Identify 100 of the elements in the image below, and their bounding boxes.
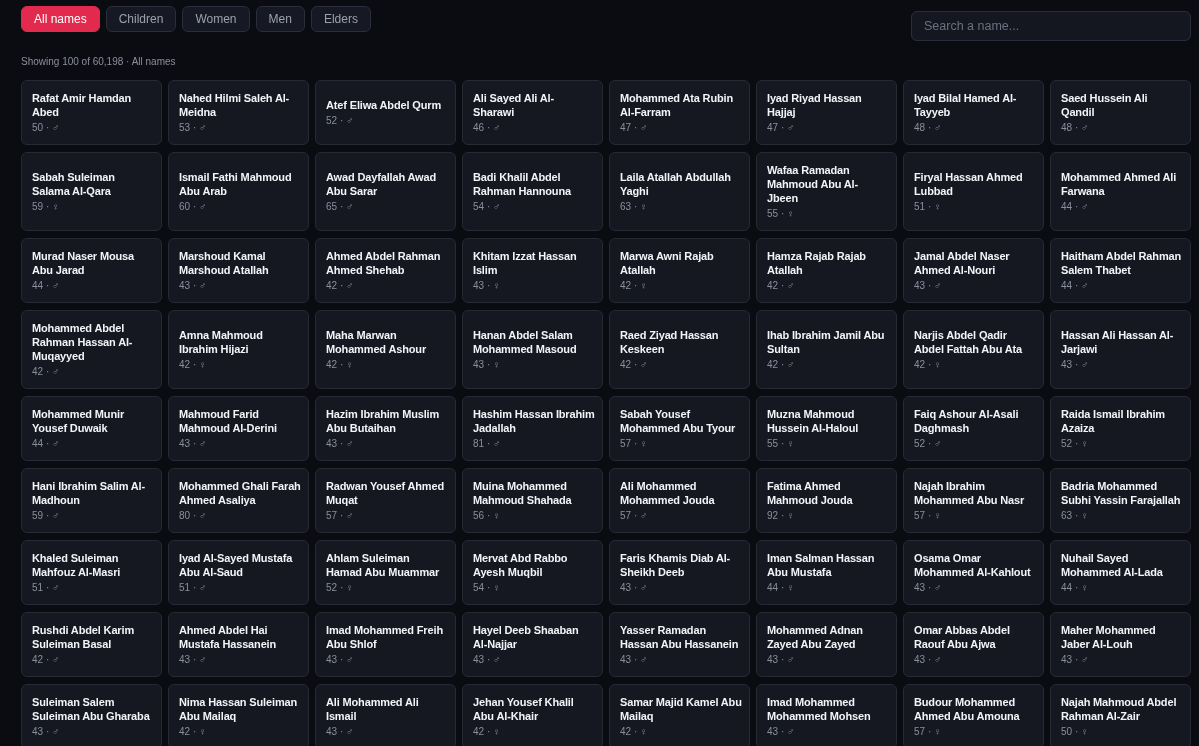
person-name: Nahed Hilmi Saleh Al-Meidna bbox=[179, 91, 291, 119]
age-gender-label: 42 · ♂ bbox=[620, 359, 648, 371]
person-name: Iyad Al-Sayed Mustafa Abu Al-Saud bbox=[179, 551, 294, 579]
age-gender-label: 65 · ♂ bbox=[326, 201, 354, 213]
person-name: Narjis Abdel Qadir Abdel Fattah Abu Ata bbox=[914, 328, 1024, 356]
person-name: Suleiman Salem Suleiman Abu Gharaba bbox=[32, 695, 151, 723]
person-name: Murad Naser Mousa Abu Jarad bbox=[32, 249, 136, 277]
person-name: Marwa Awni Rajab Atallah bbox=[620, 249, 715, 277]
person-name: Ahmed Abdel Hai Mustafa Hassanein bbox=[179, 623, 278, 651]
age-gender-label: 48 · ♂ bbox=[914, 122, 942, 134]
age-gender-label: 63 · ♀ bbox=[620, 201, 648, 213]
age-gender-label: 43 · ♂ bbox=[1061, 359, 1089, 371]
person-name: Mervat Abd Rabbo Ayesh Muqbil bbox=[473, 551, 569, 579]
age-gender-label: 50 · ♀ bbox=[1061, 726, 1089, 738]
person-name: Firyal Hassan Ahmed Lubbad bbox=[914, 170, 1024, 198]
age-gender-label: 80 · ♂ bbox=[179, 510, 207, 522]
age-gender-label: 57 · ♀ bbox=[620, 438, 648, 450]
person-name: Ahmed Abdel Rahman Ahmed Shehab bbox=[326, 249, 442, 277]
person-name: Nuhail Sayed Mohammed Al-Lada bbox=[1061, 551, 1164, 579]
age-gender-label: 44 · ♀ bbox=[767, 582, 795, 594]
person-name: Maher Mohammed Jaber Al-Louh bbox=[1061, 623, 1157, 651]
person-name: Atef Eliwa Abdel Qurm bbox=[326, 98, 442, 112]
person-name: Radwan Yousef Ahmed Muqat bbox=[326, 479, 445, 507]
person-name: Maha Marwan Mohammed Ashour bbox=[326, 328, 428, 356]
age-gender-label: 56 · ♀ bbox=[473, 510, 501, 522]
person-name: Saed Hussein Ali Qandil bbox=[1061, 91, 1149, 119]
person-name: Samar Majid Kamel Abu Mailaq bbox=[620, 695, 742, 723]
person-name: Mohammed Munir Yousef Duwaik bbox=[32, 407, 125, 435]
age-gender-label: 57 · ♀ bbox=[914, 726, 942, 738]
age-gender-label: 42 · ♀ bbox=[473, 726, 501, 738]
age-gender-label: 43 · ♂ bbox=[473, 654, 501, 666]
age-gender-label: 43 · ♂ bbox=[326, 654, 354, 666]
person-name: Iyad Riyad Hassan Hajjaj bbox=[767, 91, 863, 119]
age-gender-label: 43 · ♂ bbox=[179, 280, 207, 292]
person-name: Haitham Abdel Rahman Salem Thabet bbox=[1061, 249, 1183, 277]
age-gender-label: 44 · ♀ bbox=[1061, 582, 1089, 594]
person-name: Mohammed Abdel Rahman Hassan Al-Muqayyed bbox=[32, 321, 134, 363]
person-name: Marshoud Kamal Marshoud Atallah bbox=[179, 249, 270, 277]
age-gender-label: 43 · ♂ bbox=[767, 654, 795, 666]
search-field[interactable]: Search a name... bbox=[911, 11, 1191, 41]
age-gender-label: 57 · ♀ bbox=[914, 510, 942, 522]
age-gender-label: 42 · ♂ bbox=[326, 280, 354, 292]
filter-tab[interactable]: Children bbox=[105, 6, 177, 32]
age-gender-label: 43 · ♂ bbox=[914, 654, 942, 666]
person-name: Osama Omar Mohammed Al-Kahlout bbox=[914, 551, 1032, 579]
filter-tab[interactable]: All names bbox=[21, 6, 100, 32]
age-gender-label: 46 · ♂ bbox=[473, 122, 501, 134]
person-name: Omar Abbas Abdel Raouf Abu Ajwa bbox=[914, 623, 1011, 651]
person-name: Hazim Ibrahim Muslim Abu Butaihan bbox=[326, 407, 441, 435]
person-name: Mahmoud Farid Mahmoud Al-Derini bbox=[179, 407, 278, 435]
person-name: Ali Sayed Ali Al-Sharawi bbox=[473, 91, 555, 119]
person-name: Ihab Ibrahim Jamil Abu Sultan bbox=[767, 328, 886, 356]
person-name: Imad Mohammed Freih Abu Shlof bbox=[326, 623, 444, 651]
person-name: Jehan Yousef Khalil Abu Al-Khair bbox=[473, 695, 575, 723]
age-gender-label: 57 · ♂ bbox=[620, 510, 648, 522]
age-gender-label: 43 · ♂ bbox=[620, 582, 648, 594]
age-gender-label: 42 · ♀ bbox=[620, 726, 648, 738]
age-gender-label: 47 · ♂ bbox=[767, 122, 795, 134]
age-gender-label: 43 · ♂ bbox=[179, 438, 207, 450]
person-name: Muina Mohammed Mahmoud Shahada bbox=[473, 479, 573, 507]
person-name: Ismail Fathi Mahmoud Abu Arab bbox=[179, 170, 293, 198]
person-name: Sabah Yousef Mohammed Abu Tyour bbox=[620, 407, 737, 435]
age-gender-label: 43 · ♂ bbox=[914, 280, 942, 292]
age-gender-label: 44 · ♂ bbox=[1061, 201, 1089, 213]
age-gender-label: 43 · ♂ bbox=[179, 654, 207, 666]
person-name: Hanan Abdel Salam Mohammed Masoud bbox=[473, 328, 578, 356]
age-gender-label: 52 · ♀ bbox=[1061, 438, 1089, 450]
age-gender-label: 42 · ♀ bbox=[179, 359, 207, 371]
age-gender-label: 42 · ♀ bbox=[179, 726, 207, 738]
age-gender-label: 57 · ♂ bbox=[326, 510, 354, 522]
person-name: Iyad Bilal Hamed Al-Tayyeb bbox=[914, 91, 1018, 119]
filter-tab[interactable]: Elders bbox=[310, 6, 371, 32]
filter-tab[interactable]: Women bbox=[182, 6, 250, 32]
age-gender-label: 42 · ♂ bbox=[32, 654, 60, 666]
person-name: Ali Mohammed Mohammed Jouda bbox=[620, 479, 716, 507]
person-name: Khitam Izzat Hassan Islim bbox=[473, 249, 578, 277]
age-gender-label: 54 · ♀ bbox=[473, 582, 501, 594]
person-name: Yasser Ramadan Hassan Abu Hassanein bbox=[620, 623, 740, 651]
age-gender-label: 42 · ♀ bbox=[326, 359, 354, 371]
age-gender-label: 59 · ♂ bbox=[32, 510, 60, 522]
person-name: Raed Ziyad Hassan Keskeen bbox=[620, 328, 720, 356]
age-gender-label: 50 · ♂ bbox=[32, 122, 60, 134]
age-gender-label: 51 · ♂ bbox=[32, 582, 60, 594]
age-gender-label: 42 · ♀ bbox=[914, 359, 942, 371]
age-gender-label: 47 · ♂ bbox=[620, 122, 648, 134]
person-name: Raida Ismail Ibrahim Azaiza bbox=[1061, 407, 1166, 435]
person-name: Nima Hassan Suleiman Abu Mailaq bbox=[179, 695, 299, 723]
person-name: Hani Ibrahim Salim Al-Madhoun bbox=[32, 479, 147, 507]
person-name: Mohammed Ahmed Ali Farwana bbox=[1061, 170, 1178, 198]
age-gender-label: 42 · ♂ bbox=[767, 359, 795, 371]
age-gender-label: 43 · ♀ bbox=[473, 280, 501, 292]
age-gender-label: 51 · ♀ bbox=[914, 201, 942, 213]
age-gender-label: 55 · ♀ bbox=[767, 438, 795, 450]
person-name: Awad Dayfallah Awad Abu Sarar bbox=[326, 170, 438, 198]
filter-tab[interactable]: Men bbox=[255, 6, 305, 32]
age-gender-label: 42 · ♂ bbox=[767, 280, 795, 292]
person-name: Budour Mohammed Ahmed Abu Amouna bbox=[914, 695, 1021, 723]
person-name: Najah Mahmoud Abdel Rahman Al-Zair bbox=[1061, 695, 1178, 723]
person-name: Fatima Ahmed Mahmoud Jouda bbox=[767, 479, 854, 507]
person-name: Hashim Hassan Ibrahim Jadallah bbox=[473, 407, 595, 435]
